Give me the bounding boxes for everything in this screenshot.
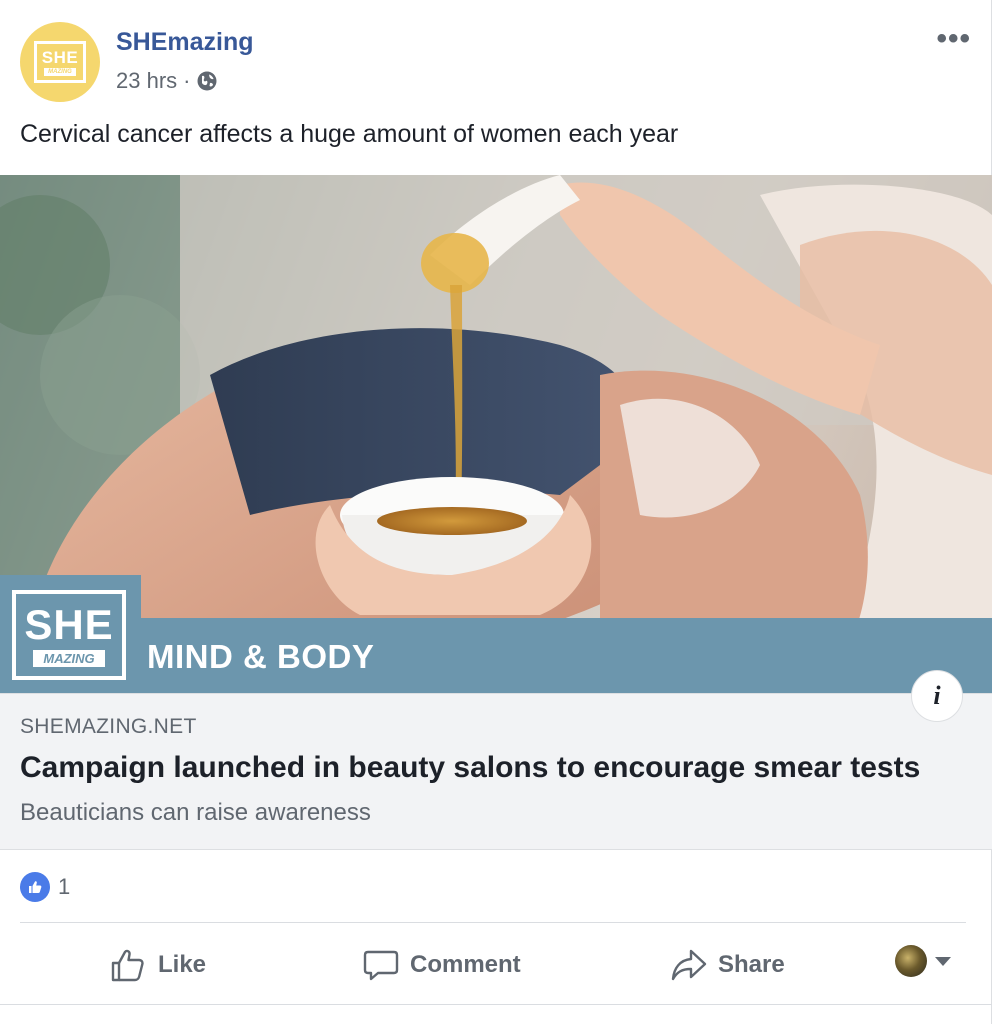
shemazing-brand-logo: SHE MAZING [12, 590, 126, 680]
page-avatar[interactable]: SHE MAZING [20, 22, 100, 102]
like-button[interactable]: Like [108, 935, 206, 995]
bottom-divider [0, 1004, 992, 1005]
page-name-link[interactable]: SHEmazing [116, 28, 254, 57]
category-banner-text: MIND & BODY [147, 638, 375, 675]
thumbs-up-icon [111, 949, 144, 982]
reactions-summary[interactable]: 1 [20, 872, 70, 902]
brand-logo-top: SHE [24, 600, 114, 648]
post-timestamp[interactable]: 23 hrs [116, 68, 177, 94]
share-icon [671, 949, 707, 981]
comment-icon [363, 950, 399, 981]
shemazing-logo: SHE MAZING [34, 41, 86, 83]
actions-divider [20, 922, 966, 923]
wax-treatment-photo [0, 175, 992, 693]
like-label: Like [158, 951, 207, 978]
share-button[interactable]: Share [670, 935, 785, 995]
comment-button[interactable]: Comment [362, 935, 521, 995]
post-actions: Like Comment Share [0, 935, 992, 995]
user-avatar [895, 945, 927, 977]
brand-logo-bottom: MAZING [33, 649, 105, 667]
meta-separator: · [183, 68, 191, 93]
link-description: Beauticians can raise awareness [20, 799, 371, 826]
reaction-count: 1 [58, 874, 71, 899]
link-domain: SHEMAZING.NET [20, 715, 197, 738]
avatar-logo-bottom: MAZING [44, 67, 76, 76]
avatar-logo-top: SHE [41, 47, 79, 67]
feed-post: SHE MAZING SHEmazing 23 hrs · ••• Cervic… [0, 0, 992, 1024]
post-meta: 23 hrs · [116, 68, 218, 94]
post-text: Cervical cancer affects a huge amount of… [20, 120, 679, 148]
info-button[interactable]: i [911, 670, 963, 722]
more-options-icon[interactable]: ••• [936, 24, 971, 54]
reaction-audience-selector[interactable] [895, 945, 951, 977]
chevron-down-icon [935, 956, 951, 966]
comment-label: Comment [410, 951, 521, 978]
share-label: Share [718, 951, 785, 978]
like-reaction-icon [20, 872, 50, 902]
link-title[interactable]: Campaign launched in beauty salons to en… [20, 751, 920, 785]
link-preview-image[interactable] [0, 175, 992, 693]
globe-icon[interactable] [196, 70, 218, 92]
